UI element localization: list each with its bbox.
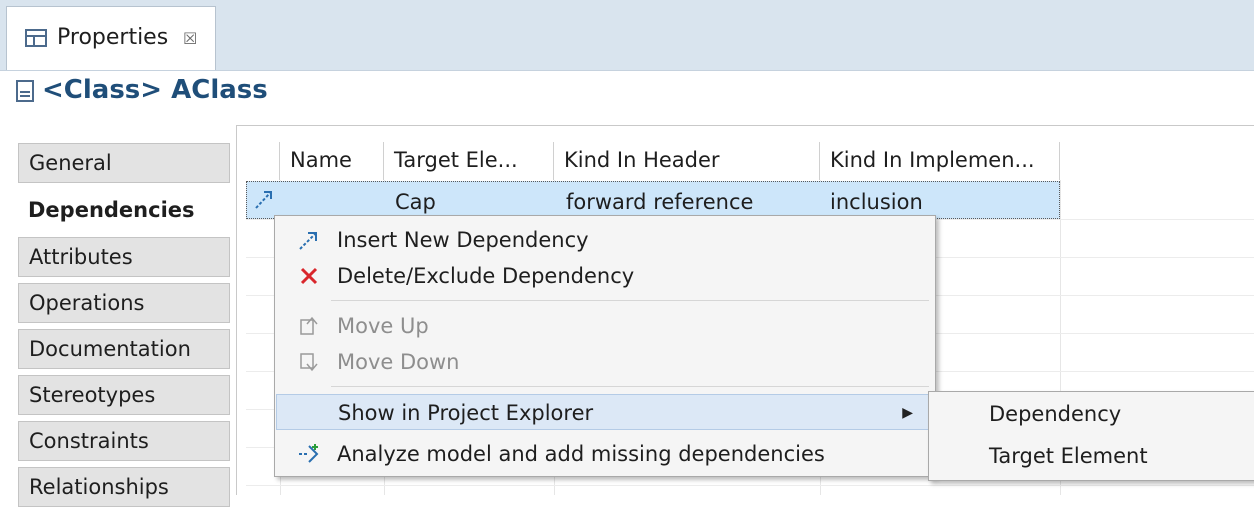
column-header-kind-header[interactable]: Kind In Header [554, 142, 820, 180]
page-title: <Class> AClass [42, 75, 268, 105]
cell-kind-impl: inclusion [830, 190, 923, 214]
menu-item-label: Analyze model and add missing dependenci… [337, 442, 825, 466]
menu-item-insert-dependency[interactable]: Insert New Dependency [275, 222, 935, 258]
properties-icon [25, 29, 47, 47]
sidebar: General Dependencies Attributes Operatio… [0, 125, 236, 507]
view-tab-bar: Properties ☒ [0, 0, 1254, 71]
menu-separator [331, 300, 929, 301]
delete-icon [300, 267, 318, 285]
menu-item-label: Insert New Dependency [337, 228, 589, 252]
analyze-icon [299, 444, 319, 463]
tab-label: Properties [57, 25, 169, 50]
submenu-arrow-icon: ▶ [902, 405, 913, 421]
move-down-icon [300, 353, 318, 372]
submenu-item-target-element[interactable]: Target Element [989, 444, 1148, 468]
submenu-item-dependency[interactable]: Dependency [989, 402, 1121, 426]
sidebar-item-dependencies[interactable]: Dependencies [18, 191, 230, 231]
context-menu: Insert New Dependency Delete/Exclude Dep… [274, 215, 936, 477]
column-header-icon [246, 142, 280, 180]
menu-separator [331, 386, 929, 387]
menu-item-move-down[interactable]: Move Down [275, 344, 935, 380]
sidebar-item-documentation[interactable]: Documentation [18, 329, 230, 369]
class-icon [16, 80, 34, 102]
menu-item-label: Show in Project Explorer [338, 401, 594, 425]
menu-item-label: Move Up [337, 314, 429, 338]
column-header-target[interactable]: Target Ele... [384, 142, 554, 180]
close-icon[interactable]: ☒ [183, 29, 197, 48]
cell-kind-header: forward reference [566, 190, 754, 214]
column-header-name[interactable]: Name [280, 142, 384, 180]
dependency-icon [255, 191, 272, 209]
move-up-icon [300, 316, 318, 335]
menu-item-show-in-project-explorer[interactable]: Show in Project Explorer ▶ [276, 394, 934, 430]
menu-item-move-up[interactable]: Move Up [275, 308, 935, 344]
submenu-show-in: Dependency Target Element [928, 391, 1254, 481]
sidebar-item-stereotypes[interactable]: Stereotypes [18, 375, 230, 415]
sidebar-item-constraints[interactable]: Constraints [18, 421, 230, 461]
sidebar-item-attributes[interactable]: Attributes [18, 237, 230, 277]
menu-item-label: Move Down [337, 350, 460, 374]
menu-item-analyze-model[interactable]: Analyze model and add missing dependenci… [275, 436, 935, 472]
properties-header: <Class> AClass [0, 71, 1254, 121]
tab-properties[interactable]: Properties ☒ [6, 6, 216, 70]
sidebar-item-operations[interactable]: Operations [18, 283, 230, 323]
grid-line [246, 485, 1254, 486]
cell-target: Cap [395, 190, 436, 214]
dependency-icon [299, 232, 317, 250]
menu-item-delete-dependency[interactable]: Delete/Exclude Dependency [275, 258, 935, 294]
column-header-kind-impl[interactable]: Kind In Implemen... [820, 142, 1060, 180]
sidebar-item-relationships[interactable]: Relationships [18, 467, 230, 507]
sidebar-item-general[interactable]: General [18, 143, 230, 183]
menu-item-label: Delete/Exclude Dependency [337, 264, 635, 288]
